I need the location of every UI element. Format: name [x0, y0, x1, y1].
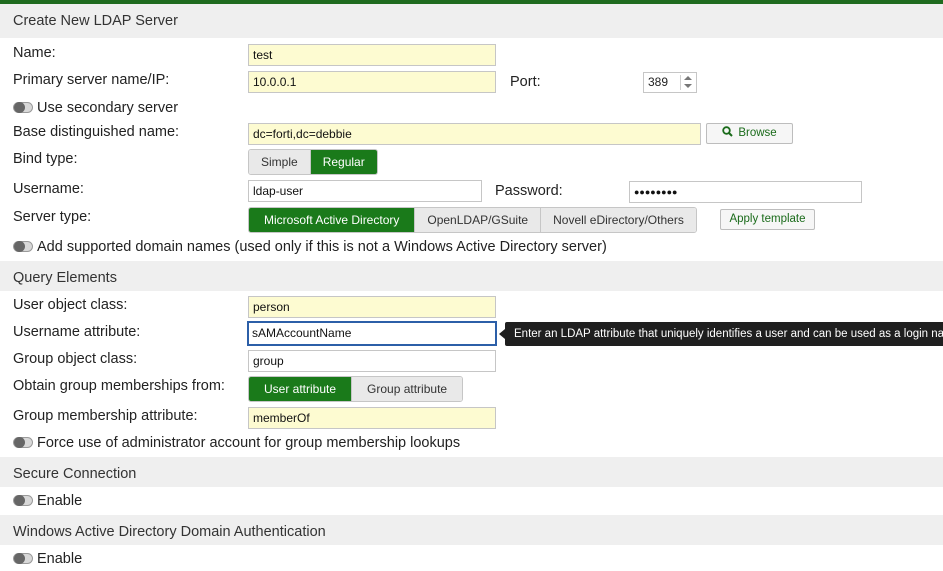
page-header: Create New LDAP Server [0, 4, 943, 38]
secondary-server-toggle[interactable] [13, 102, 33, 113]
section-title: Windows Active Directory Domain Authenti… [13, 524, 326, 540]
obtain-memberships-selector[interactable]: User attribute Group attribute [248, 376, 464, 402]
search-icon [722, 126, 734, 137]
windows-ad-auth-toggle[interactable] [13, 553, 33, 564]
chevron-up-icon[interactable] [684, 76, 692, 80]
toggle-knob [14, 102, 25, 113]
server-type-novell[interactable]: Novell eDirectory/Others [541, 208, 696, 232]
port-stepper[interactable]: 389 [643, 72, 697, 93]
windows-ad-auth-enable-label: Enable [37, 551, 83, 567]
base-dn-input[interactable]: dc=forti,dc=debbie [248, 123, 701, 145]
toggle-knob [14, 241, 25, 252]
domain-names-toggle[interactable] [13, 241, 33, 252]
query-elements-header: Query Elements [0, 261, 943, 291]
chevron-down-icon[interactable] [684, 84, 692, 88]
bind-type-label: Bind type: [13, 151, 78, 167]
toggle-knob [14, 495, 25, 506]
username-label: Username: [13, 181, 84, 197]
bind-type-selector[interactable]: Simple Regular [248, 149, 378, 175]
server-type-label: Server type: [13, 209, 92, 225]
server-type-selector[interactable]: Microsoft Active Directory OpenLDAP/GSui… [248, 207, 697, 233]
page-title: Create New LDAP Server [13, 13, 178, 29]
group-membership-attribute-label: Group membership attribute: [13, 408, 198, 424]
primary-server-input[interactable]: 10.0.0.1 [248, 71, 496, 93]
force-admin-label: Force use of administrator account for g… [37, 435, 461, 451]
name-input[interactable]: test [248, 44, 496, 66]
obtain-option-group-attribute[interactable]: Group attribute [352, 377, 463, 401]
force-admin-toggle[interactable] [13, 437, 33, 448]
name-label: Name: [13, 45, 56, 61]
username-attribute-label: Username attribute: [13, 324, 141, 340]
section-title: Query Elements [13, 270, 117, 286]
username-input[interactable]: ldap-user [248, 180, 482, 202]
group-object-class-label: Group object class: [13, 351, 138, 367]
apply-template-button[interactable]: Apply template [720, 209, 815, 230]
server-type-ad[interactable]: Microsoft Active Directory [249, 208, 416, 232]
username-attribute-input[interactable]: sAMAccountName [247, 321, 497, 346]
password-label: Password: [495, 183, 563, 199]
group-membership-attribute-input[interactable]: memberOf [248, 407, 496, 429]
browse-label: Browse [738, 127, 777, 139]
secure-connection-enable-label: Enable [37, 493, 83, 509]
server-type-openldap[interactable]: OpenLDAP/GSuite [415, 208, 542, 232]
user-object-class-input[interactable]: person [248, 296, 496, 318]
port-value: 389 [648, 75, 669, 89]
port-label: Port: [510, 74, 541, 90]
secure-connection-header: Secure Connection [0, 457, 943, 487]
bind-option-simple[interactable]: Simple [249, 150, 311, 174]
toggle-knob [14, 437, 25, 448]
password-input[interactable]: ●●●●●●●● [629, 181, 862, 203]
windows-ad-auth-header: Windows Active Directory Domain Authenti… [0, 515, 943, 545]
domain-names-label: Add supported domain names (used only if… [37, 239, 607, 255]
section-title: Secure Connection [13, 466, 137, 482]
port-stepper-arrows[interactable] [680, 75, 694, 90]
group-object-class-input[interactable]: group [248, 350, 496, 372]
obtain-option-user-attribute[interactable]: User attribute [249, 377, 353, 401]
browse-button[interactable]: Browse [706, 123, 793, 144]
obtain-memberships-label: Obtain group memberships from: [13, 378, 225, 394]
user-object-class-label: User object class: [13, 297, 128, 313]
primary-server-label: Primary server name/IP: [13, 72, 170, 88]
base-dn-label: Base distinguished name: [13, 124, 180, 140]
toggle-knob [14, 553, 25, 564]
secondary-server-label: Use secondary server [37, 100, 179, 116]
bind-option-regular[interactable]: Regular [310, 150, 377, 174]
username-attribute-tooltip: Enter an LDAP attribute that uniquely id… [498, 322, 943, 346]
secure-connection-toggle[interactable] [13, 495, 33, 506]
